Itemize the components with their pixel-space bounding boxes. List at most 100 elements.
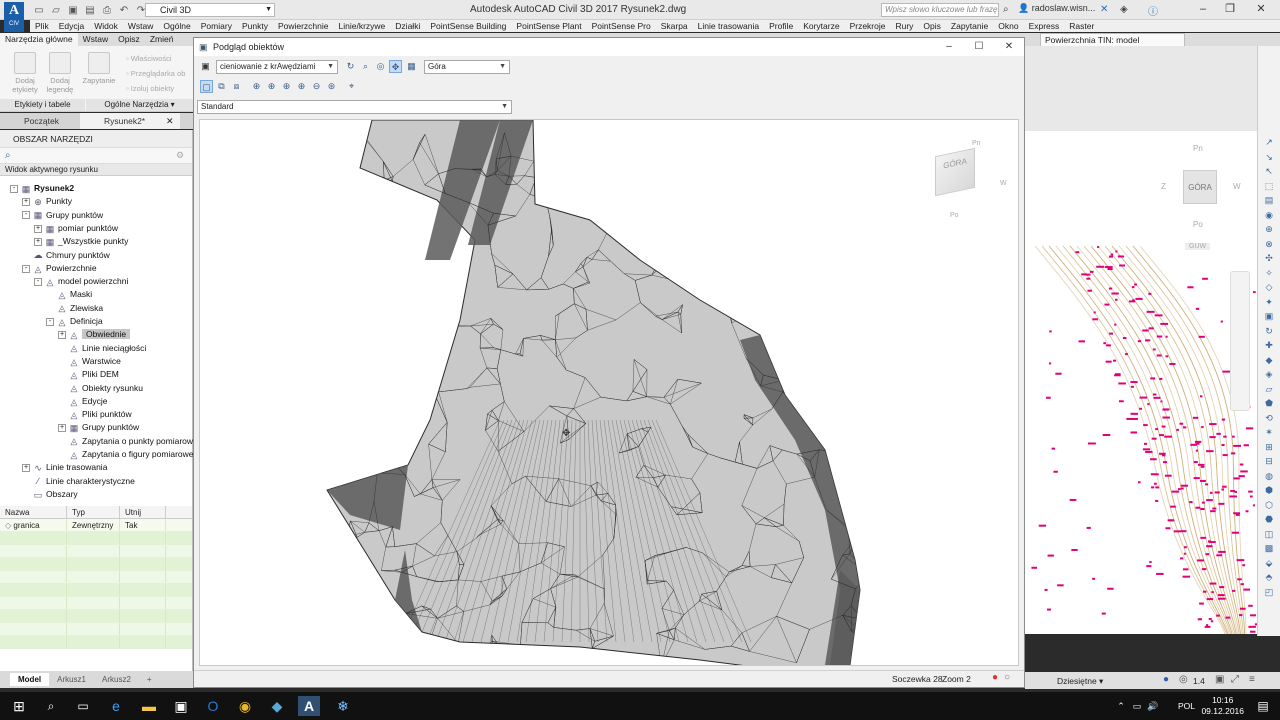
menu-item[interactable]: Edycja: [54, 20, 90, 32]
search-input[interactable]: Wpisz słowo kluczowe lub frazę: [881, 3, 999, 17]
tab-annotate[interactable]: Opisz: [113, 33, 145, 46]
palette-tool-icon[interactable]: ⬡: [1262, 499, 1276, 511]
tree-node[interactable]: + ∿ Linie trasowania: [22, 461, 107, 474]
tree-node[interactable]: + ▦ Grupy punktów: [58, 421, 139, 434]
tree-node[interactable]: ◬ Obiekty rysunku: [58, 382, 143, 395]
menu-item[interactable]: Przekroje: [845, 20, 891, 32]
palette-tool-icon[interactable]: ▤: [1262, 194, 1276, 206]
palette-tool-icon[interactable]: ⬟: [1262, 397, 1276, 409]
menu-item[interactable]: Pomiary: [196, 20, 237, 32]
viewcube-south[interactable]: Po: [1193, 220, 1203, 229]
exchange-icon[interactable]: ✕: [1100, 4, 1108, 15]
add-legend-button[interactable]: Dodaj legendę: [45, 52, 75, 94]
expand-toggle-icon[interactable]: -: [10, 184, 18, 193]
explorer-icon[interactable]: ▬: [138, 696, 160, 716]
surface-3d-canvas[interactable]: GÓRA Pn W Po ✥: [199, 119, 1019, 666]
palette-tool-icon[interactable]: ▩: [1262, 542, 1276, 554]
isolate-icon[interactable]: ▣: [1215, 674, 1224, 685]
viewcube-east[interactable]: W: [1233, 182, 1241, 191]
orbit-icon[interactable]: ↻: [344, 60, 357, 73]
menu-item[interactable]: Okno: [993, 20, 1023, 32]
properties-button[interactable]: ▫ Właściwości: [126, 54, 172, 63]
visual-style-combo[interactable]: cieniowanie z krAwędziami ▼: [216, 60, 338, 74]
zoom-in-icon[interactable]: ⊕: [295, 80, 308, 93]
viewcube[interactable]: GÓRA: [935, 147, 975, 197]
tree-node[interactable]: ▭ Obszary: [22, 488, 78, 501]
navigation-bar[interactable]: [1230, 271, 1250, 411]
viewcube-north[interactable]: Pn: [1193, 144, 1203, 153]
viewer-maximize-button[interactable]: ☐: [964, 38, 994, 56]
palette-tool-icon[interactable]: ⬙: [1262, 557, 1276, 569]
menu-item[interactable]: Opis: [918, 20, 945, 32]
column-clip[interactable]: Utnij: [120, 506, 166, 518]
tab-tin-surface[interactable]: Powierzchnia TIN: model powierzchni: [1040, 33, 1185, 58]
save-icon[interactable]: ▣: [66, 4, 80, 17]
tree-node[interactable]: ∕ Linie charakterystyczne: [22, 475, 135, 488]
menu-item[interactable]: Skarpa: [656, 20, 693, 32]
tree-node[interactable]: ◬ Pliki punktów: [58, 408, 132, 421]
palette-tool-icon[interactable]: ✧: [1262, 267, 1276, 279]
palette-tool-icon[interactable]: ⊞: [1262, 441, 1276, 453]
palette-tool-icon[interactable]: ↻: [1262, 325, 1276, 337]
tab-model[interactable]: Model: [10, 673, 50, 686]
workspace-dropdown[interactable]: Civil 3D ▼: [145, 3, 275, 17]
search-icon[interactable]: ⌕: [1003, 4, 1009, 15]
palette-tool-icon[interactable]: ✦: [1262, 296, 1276, 308]
column-type[interactable]: Typ: [67, 506, 120, 518]
palette-tool-icon[interactable]: ▱: [1262, 383, 1276, 395]
stop-icon[interactable]: ○: [1004, 672, 1010, 683]
menu-item[interactable]: Widok: [89, 20, 123, 32]
preview-icon[interactable]: ⌕: [5, 150, 11, 161]
palette-tool-icon[interactable]: ◰: [1262, 586, 1276, 598]
app-logo[interactable]: A CIV: [4, 2, 24, 32]
search-icon[interactable]: ⌕: [40, 696, 62, 716]
expand-toggle-icon[interactable]: -: [22, 264, 30, 273]
free-orbit-icon[interactable]: ✥: [389, 60, 402, 73]
viewcube-face[interactable]: GÓRA: [1183, 170, 1217, 204]
tree-node[interactable]: - ▦ Rysunek2: [10, 182, 74, 195]
menu-item[interactable]: Plik: [30, 20, 54, 32]
menu-item[interactable]: Wstaw: [123, 20, 159, 32]
palette-tool-icon[interactable]: ⟲: [1262, 412, 1276, 424]
tab-insert[interactable]: Wstaw: [78, 33, 114, 46]
maximize-button[interactable]: ❐: [1217, 2, 1243, 18]
print-icon[interactable]: ⎙: [100, 4, 114, 17]
units-dropdown[interactable]: Dziesiętne ▾: [1057, 676, 1103, 687]
scale-value[interactable]: 1.4: [1193, 676, 1205, 686]
copy-view-icon[interactable]: ⧉: [215, 80, 228, 93]
tree-node[interactable]: - ◬ Powierzchnie: [22, 262, 97, 275]
edge-icon[interactable]: e: [105, 696, 127, 716]
tab-sheet1[interactable]: Arkusz1: [49, 673, 94, 686]
expand-toggle-icon[interactable]: -: [34, 277, 42, 286]
app-snowflake-icon[interactable]: ❄: [332, 696, 354, 716]
minimize-button[interactable]: –: [1190, 2, 1216, 18]
zoom-previous-icon[interactable]: ⊛: [325, 80, 338, 93]
pan-icon[interactable]: ◎: [374, 60, 387, 73]
tree-node[interactable]: ◬ Edycje: [58, 395, 108, 408]
palette-tool-icon[interactable]: ◆: [1262, 354, 1276, 366]
tree-node[interactable]: ◬ Zapytania o punkty pomiarowe: [58, 435, 198, 448]
tree-node[interactable]: ◬ Pliki DEM: [58, 368, 119, 381]
menu-item[interactable]: Ogólne: [158, 20, 195, 32]
user-account[interactable]: 👤 radoslaw.wisn...: [1018, 3, 1095, 14]
palette-tool-icon[interactable]: ✚: [1262, 339, 1276, 351]
zoom-out-icon[interactable]: ⊖: [310, 80, 323, 93]
expand-toggle-icon[interactable]: +: [34, 224, 42, 233]
tree-node[interactable]: ◬ Linie nieciągłości: [58, 342, 147, 355]
task-view-icon[interactable]: ▭: [72, 696, 94, 716]
tab-modify[interactable]: Zmień: [145, 33, 179, 46]
menu-item[interactable]: Express: [1024, 20, 1065, 32]
notifications-icon[interactable]: ▤: [1252, 696, 1274, 716]
viewer-close-button[interactable]: ✕: [994, 38, 1024, 56]
palette-tool-icon[interactable]: ◇: [1262, 281, 1276, 293]
zoom-window-icon[interactable]: ⊕: [265, 80, 278, 93]
drawing-area[interactable]: GÓRA Pn Po W Z GUW: [1025, 46, 1257, 634]
undo-icon[interactable]: ↶: [117, 4, 131, 17]
outlook-icon[interactable]: O: [202, 696, 224, 716]
palette-tool-icon[interactable]: ⊟: [1262, 455, 1276, 467]
expand-toggle-icon[interactable]: -: [22, 211, 30, 220]
palette-tool-icon[interactable]: ↘: [1262, 151, 1276, 163]
wcs-menu[interactable]: GUW: [1185, 243, 1211, 250]
menu-item[interactable]: PointSense Pro: [587, 20, 656, 32]
app-icon[interactable]: ◆: [266, 696, 288, 716]
